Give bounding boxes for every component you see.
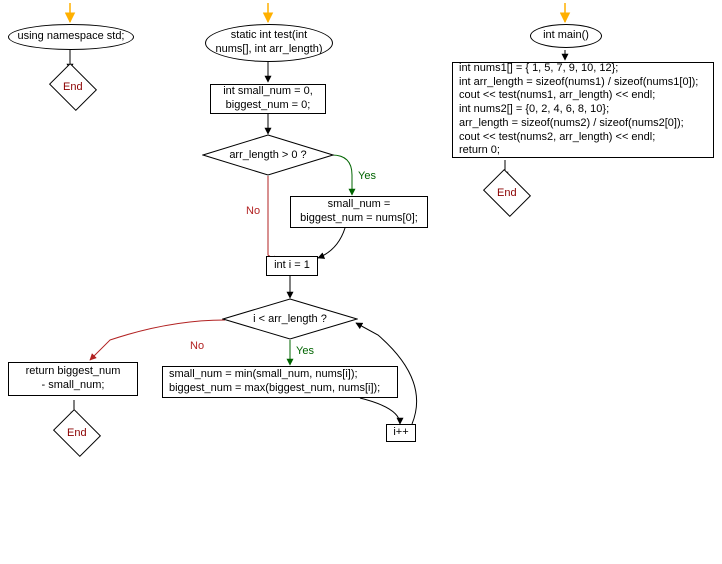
- col2-return-label: return biggest_num - small_num;: [26, 365, 121, 393]
- col2-i-init: int i = 1: [266, 256, 318, 276]
- col2-cond1-yes: Yes: [358, 170, 376, 182]
- col2-end: End: [53, 409, 101, 457]
- col2-cond1-no: No: [246, 205, 260, 217]
- col2-assign1-label: small_num = biggest_num = nums[0];: [300, 198, 418, 226]
- col2-cond1: arr_length > 0 ?: [202, 134, 334, 176]
- col2-inc: i++: [386, 424, 416, 442]
- col2-assign1: small_num = biggest_num = nums[0];: [290, 196, 428, 228]
- col2-cond2-no: No: [190, 340, 204, 352]
- col2-cond2-label: i < arr_length ?: [253, 313, 327, 325]
- col3-start: int main(): [530, 24, 602, 48]
- col2-return: return biggest_num - small_num;: [8, 362, 138, 396]
- col3-end: End: [483, 169, 531, 217]
- col2-start-label: static int test(int nums[], int arr_leng…: [216, 29, 323, 57]
- col2-cond2: i < arr_length ?: [222, 298, 358, 340]
- col3-body-label: int nums1[] = { 1, 5, 7, 9, 10, 12}; int…: [459, 62, 698, 158]
- col1-start-label: using namespace std;: [17, 30, 124, 44]
- col2-cond1-label: arr_length > 0 ?: [229, 149, 306, 161]
- col1-end-label: End: [63, 81, 83, 93]
- col3-end-label: End: [497, 187, 517, 199]
- col2-loop-body: small_num = min(small_num, nums[i]); big…: [162, 366, 398, 398]
- col3-start-label: int main(): [543, 29, 589, 43]
- col2-init-label: int small_num = 0, biggest_num = 0;: [223, 85, 313, 113]
- col2-cond2-yes: Yes: [296, 345, 314, 357]
- col2-i-init-label: int i = 1: [274, 259, 310, 273]
- col1-end: End: [49, 63, 97, 111]
- col2-start: static int test(int nums[], int arr_leng…: [205, 24, 333, 62]
- col3-body: int nums1[] = { 1, 5, 7, 9, 10, 12}; int…: [452, 62, 714, 158]
- col2-init: int small_num = 0, biggest_num = 0;: [210, 84, 326, 114]
- col1-start: using namespace std;: [8, 24, 134, 50]
- col2-loop-body-label: small_num = min(small_num, nums[i]); big…: [169, 368, 380, 396]
- col2-end-label: End: [67, 427, 87, 439]
- col2-inc-label: i++: [393, 426, 408, 440]
